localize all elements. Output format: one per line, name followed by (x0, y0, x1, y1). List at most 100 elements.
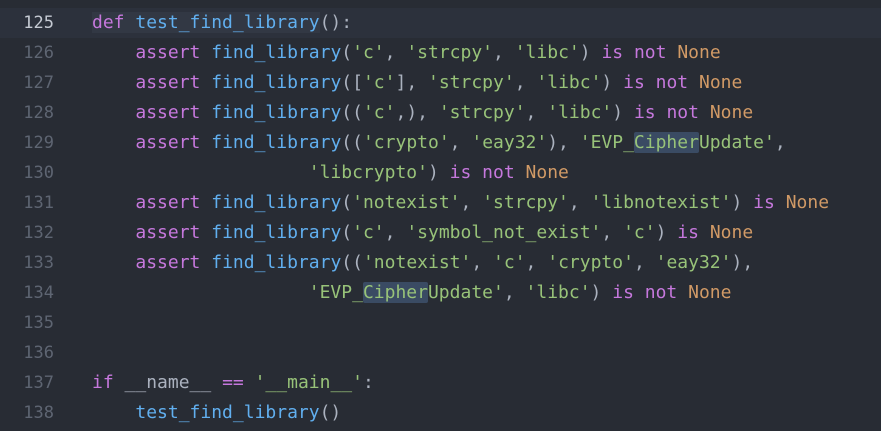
code-token: , (449, 132, 472, 153)
code-token: , (633, 252, 656, 273)
code-token: find_library (211, 222, 342, 243)
code-token: ) (579, 42, 602, 63)
code-text[interactable]: assert find_library('notexist', 'strcpy'… (68, 188, 881, 218)
code-line[interactable]: 125 def test_find_library(): (0, 8, 881, 38)
code-token: ( (341, 222, 353, 243)
code-token: , (460, 192, 483, 213)
code-token: , (503, 282, 526, 303)
code-line[interactable]: 135 (0, 308, 881, 338)
code-token: 'notexist' (352, 192, 461, 213)
code-line[interactable]: 130 'libcrypto') is not None (0, 158, 881, 188)
code-text[interactable]: def test_find_library(): (68, 8, 881, 38)
line-number: 125 (23, 13, 54, 33)
code-token: 'EVP_ (579, 132, 634, 153)
code-token: find_library (211, 72, 342, 93)
code-token: () (319, 402, 342, 423)
code-token: ), (731, 252, 754, 273)
code-token: 'strcpy' (428, 72, 515, 93)
code-line[interactable]: 136 (0, 338, 881, 368)
code-editor[interactable]: 125 def test_find_library(): 126 assert fi… (0, 0, 881, 431)
code-text[interactable]: assert find_library('c', 'strcpy', 'libc… (68, 38, 881, 68)
code-token: 'eay32' (655, 252, 732, 273)
code-token: find_library (211, 42, 342, 63)
code-token: 'libc' (514, 42, 580, 63)
code-token: 'strcpy' (482, 192, 569, 213)
code-token: Update' (427, 282, 504, 303)
code-token: ) (427, 162, 450, 183)
code-token: None (698, 72, 743, 93)
code-token: None (677, 42, 721, 63)
selection-highlight: Cipher (633, 132, 699, 153)
code-token: None (688, 282, 732, 303)
code-text[interactable]: assert find_library('c', 'symbol_not_exi… (68, 218, 881, 248)
code-token: 'c' (362, 102, 396, 123)
code-token: 'c' (362, 72, 396, 93)
line-number: 136 (23, 343, 54, 363)
code-text[interactable]: assert find_library(['c'], 'strcpy', 'li… (68, 68, 881, 98)
code-text[interactable]: assert find_library(('crypto', 'eay32'),… (68, 128, 881, 158)
code-token: 'strcpy' (438, 102, 526, 123)
code-line[interactable]: 137 if __name__ == '__main__': (0, 368, 881, 398)
code-token: Update' (698, 132, 775, 153)
code-token: 'notexist' (362, 252, 472, 273)
code-token: , (525, 252, 548, 273)
code-token: test_find_library (135, 402, 320, 423)
code-token: ) (590, 282, 613, 303)
code-token: is (677, 222, 699, 243)
code-text[interactable]: assert find_library(('c',), 'strcpy', 'l… (68, 98, 881, 128)
code-text[interactable]: assert find_library(('notexist', 'c', 'c… (68, 248, 881, 278)
code-token: , (384, 222, 407, 243)
code-line[interactable]: 127 assert find_library(['c'], 'strcpy',… (0, 68, 881, 98)
code-token: : (362, 372, 374, 393)
line-number: 131 (23, 193, 54, 213)
code-line[interactable]: 138 test_find_library() (0, 398, 881, 428)
code-token: 'eay32' (471, 132, 548, 153)
code-line[interactable]: 128 assert find_library(('c',), 'strcpy'… (0, 98, 881, 128)
line-number: 126 (23, 43, 54, 63)
line-number: 129 (23, 133, 54, 153)
code-line[interactable]: 126 assert find_library('c', 'strcpy', '… (0, 38, 881, 68)
code-line[interactable]: 129 assert find_library(('crypto', 'eay3… (0, 128, 881, 158)
code-text[interactable]: 'EVP_CipherUpdate', 'libc') is not None (68, 278, 881, 308)
code-token: 'libc' (536, 72, 602, 93)
code-token: def (92, 12, 125, 33)
code-token: , (384, 42, 407, 63)
code-token: ], (395, 72, 428, 93)
code-text[interactable]: if __name__ == '__main__': (68, 368, 881, 398)
code-token: , (774, 132, 786, 153)
code-token: 'c' (493, 252, 526, 273)
code-token: (( (341, 252, 363, 273)
code-text[interactable]: 'libcrypto') is not None (68, 158, 881, 188)
code-token: None (525, 162, 569, 183)
code-token: (( (341, 102, 363, 123)
code-token: assert (135, 222, 201, 243)
code-token: 'libnotexist' (590, 192, 732, 213)
code-token: 'strcpy' (406, 42, 494, 63)
code-token: assert (135, 42, 201, 63)
code-token: ( (341, 42, 353, 63)
code-token (124, 12, 136, 33)
code-text[interactable]: test_find_library() (68, 398, 881, 428)
code-token: __name__ (113, 372, 223, 393)
code-line[interactable]: 131 assert find_library('notexist', 'str… (0, 188, 881, 218)
code-line[interactable]: 133 assert find_library(('notexist', 'c'… (0, 248, 881, 278)
code-line[interactable]: 134 'EVP_CipherUpdate', 'libc') is not N… (0, 278, 881, 308)
code-token: (( (341, 132, 363, 153)
code-token: 'c' (352, 42, 385, 63)
code-token: 'libcrypto' (308, 162, 428, 183)
line-number: 132 (23, 223, 54, 243)
code-token: ) (655, 222, 678, 243)
code-line[interactable]: 132 assert find_library('c', 'symbol_not… (0, 218, 881, 248)
code-token: , (471, 252, 494, 273)
code-token: assert (135, 72, 201, 93)
code-token: assert (135, 192, 201, 213)
